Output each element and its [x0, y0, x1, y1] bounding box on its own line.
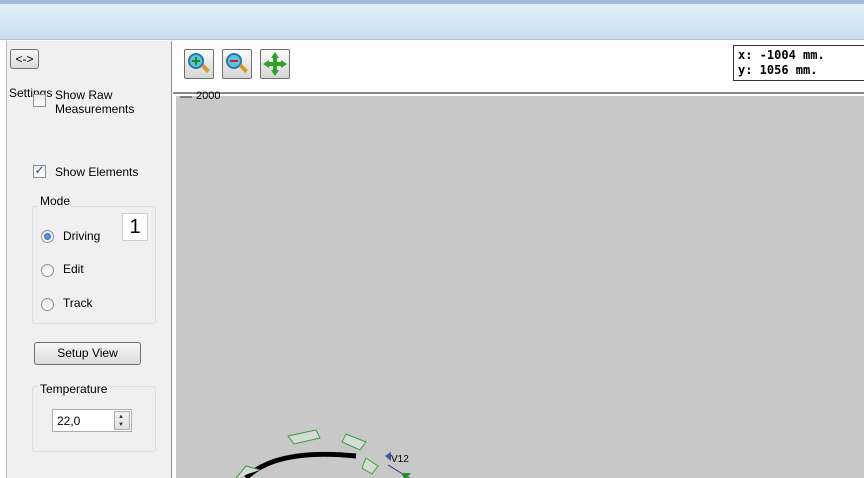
mode-legend: Mode: [38, 194, 73, 208]
show-raw-measurements-checkbox[interactable]: [33, 94, 46, 107]
mode-driving-label: Driving: [63, 229, 101, 243]
callout-number: 1: [122, 213, 148, 241]
temperature-value: 22,0: [57, 414, 81, 428]
show-elements-label: Show Elements: [55, 165, 139, 179]
zoom-in-icon: [188, 53, 210, 73]
map-toolbar: x: -1004 mm. y: 1056 mm.: [173, 41, 864, 94]
settings-legend: Settings: [7, 86, 55, 100]
arrow-down-icon[interactable]: ▼: [118, 422, 124, 428]
window-titlebar: [0, 0, 864, 40]
mode-track-radio[interactable]: [41, 298, 54, 311]
axis-label-2000: 2000: [196, 90, 221, 102]
setup-view-button[interactable]: Setup View: [34, 342, 141, 365]
zoom-out-icon: [226, 53, 248, 73]
mode-track-label: Track: [63, 296, 93, 310]
checkmark-icon: ✓: [34, 163, 45, 177]
stepper-arrows[interactable]: ▲ ▼: [114, 411, 130, 430]
map-view: x: -1004 mm. y: 1056 mm. 2000 V12: [173, 41, 864, 478]
arrow-up-icon[interactable]: ▲: [118, 414, 124, 420]
show-raw-label-line2: Measurements: [55, 102, 135, 116]
fit-view-icon: [263, 52, 287, 76]
track-drawing: [235, 429, 379, 478]
zoom-out-button[interactable]: [222, 49, 252, 79]
show-raw-label-line1: Show Raw: [55, 88, 113, 102]
map-canvas[interactable]: 2000 V12: [176, 90, 864, 478]
mode-edit-label: Edit: [63, 262, 84, 276]
temperature-legend: Temperature: [38, 382, 110, 396]
element-label-v12: V12: [391, 454, 409, 465]
axis-tick: [180, 96, 192, 98]
coordinate-x: x: -1004 mm.: [738, 48, 825, 62]
toggle-panel-button[interactable]: <->: [10, 49, 39, 69]
temperature-stepper[interactable]: 22,0 ▲ ▼: [52, 409, 132, 432]
mode-driving-radio[interactable]: [41, 230, 54, 243]
coordinate-y: y: 1056 mm.: [738, 63, 818, 77]
fit-view-button[interactable]: [260, 49, 290, 79]
zoom-in-button[interactable]: [184, 49, 214, 79]
show-elements-checkbox[interactable]: ✓: [33, 163, 46, 178]
mode-edit-radio[interactable]: [41, 264, 54, 277]
coordinate-readout: x: -1004 mm. y: 1056 mm.: [733, 45, 864, 81]
